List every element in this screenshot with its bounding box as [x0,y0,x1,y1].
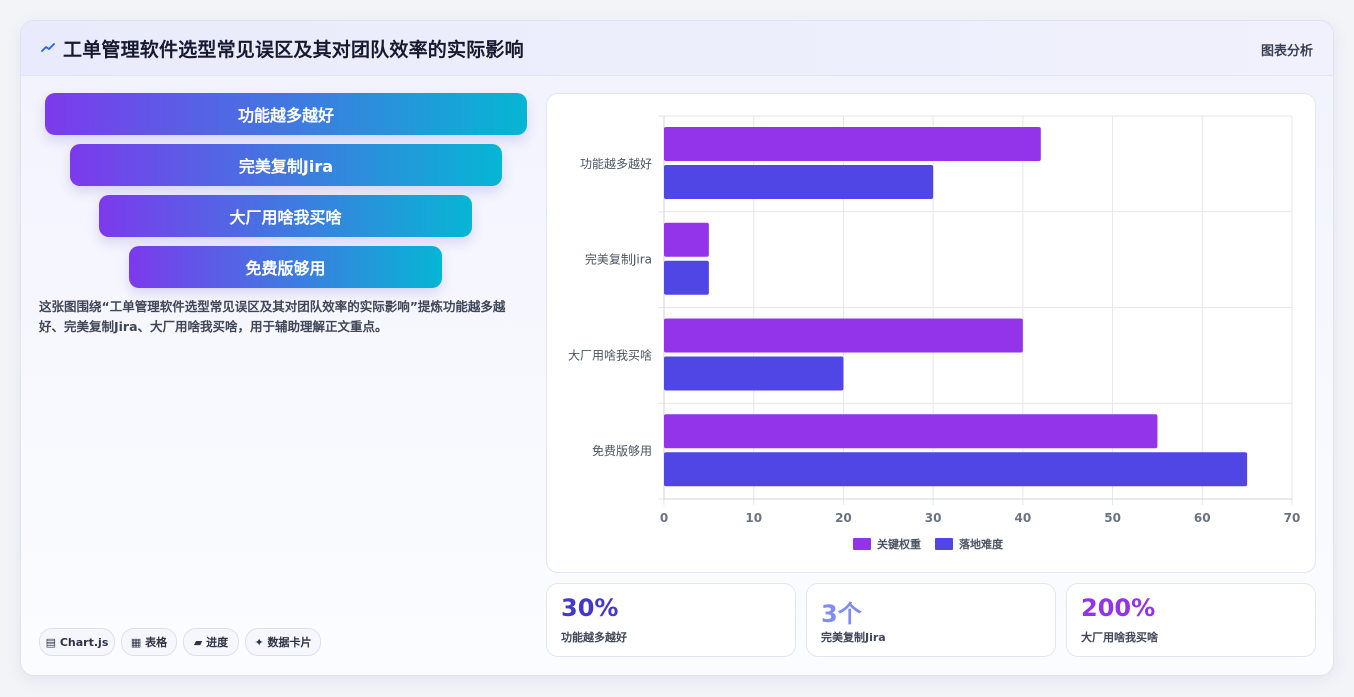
funnel-step: 功能越多越好 [45,93,527,135]
pill-label: 进度 [206,636,229,649]
funnel-step-label: 大厂用啥我买啥 [229,208,342,227]
table-icon: ▦ [130,635,142,649]
x-tick-label: 70 [1284,511,1301,525]
y-tick-label: 免费版够用 [592,443,652,458]
funnel-step: 免费版够用 [129,246,442,288]
bar-chart-panel: 0 10 20 30 40 50 60 70 功能越多越好 完美复制Jira 大厂用啥我买啥免费版够… [546,93,1316,573]
pill-data-card[interactable]: ✦ 数据卡片 [245,628,321,656]
y-tick-label: 完美复制Jira [585,252,652,267]
pill-label: 数据卡片 [267,636,312,649]
x-tick-label: 40 [1015,511,1032,525]
x-tick-label: 0 [660,511,668,525]
bar [664,356,844,391]
stat-label: 功能越多越好 [561,631,627,644]
progress-icon: ▰ [193,635,203,649]
x-tick-label: 10 [745,511,762,525]
pill-progress[interactable]: ▰ 进度 [183,628,239,656]
bar [664,260,709,295]
trend-icon [41,43,55,52]
y-tick-label: 功能越多越好 [580,157,652,171]
pill-label: Chart.js [59,635,109,649]
stat-value: 200% [1081,594,1156,622]
stat-label: 完美复制Jira [821,631,886,644]
stat-card: 30% 功能越多越好 [546,583,796,657]
legend-label: 落地难度 [959,537,1004,551]
funnel-step: 完美复制Jira [70,144,502,186]
x-tick-label: 60 [1194,511,1211,525]
x-tick-label: 20 [835,511,852,525]
bar [664,318,1023,353]
bar-chart-icon: ▤ [45,635,57,649]
stat-value: 30% [561,594,619,622]
stat-card: 3个 完美复制Jira [806,583,1056,657]
page-title: 工单管理软件选型常见误区及其对团队效率的实际影响 [63,39,524,61]
pill-table[interactable]: ▦ 表格 [121,628,177,656]
funnel-step-label: 免费版够用 [245,259,326,278]
funnel-step: 大厂用啥我买啥 [99,195,472,237]
bar-chart: 0 10 20 30 40 50 60 70 功能越多越好完美复制Jira 大厂用啥我买啥免费版够… [568,115,1301,551]
card-header: 工单管理软件选型常见误区及其对团队效率的实际影响 图表分析 [21,21,1333,76]
x-tick-label: 50 [1104,511,1121,525]
bar [664,127,1041,161]
bar [664,165,934,199]
bar [664,452,1248,487]
chart-analysis-tab[interactable]: 图表分析 [1261,40,1313,59]
y-tick-label: 大厂用啥我买啥 [568,347,652,362]
legend-swatch [853,538,871,550]
chart-description: 这张图围绕“工单管理软件选型常见误区及其对团队效率的实际影响”提炼功能越多越好、… [39,299,506,334]
stat-value: 3个 [821,600,862,628]
bar [664,414,1158,449]
funnel-step-label: 功能越多越好 [237,106,334,125]
legend-label: 关键权重 [877,537,921,551]
legend-swatch [935,538,953,550]
bar [664,222,709,257]
pill-label: 表格 [145,636,168,649]
stat-label: 大厂用啥我买啥 [1081,631,1158,644]
sparkle-icon: ✦ [254,635,264,649]
pill-chartjs[interactable]: ▤ Chart.js [39,628,115,656]
funnel-step-label: 完美复制Jira [238,157,334,176]
stat-card: 200% 大厂用啥我买啥 [1066,583,1316,657]
chart-card: 工单管理软件选型常见误区及其对团队效率的实际影响 图表分析 功能越多越好 完美复… [20,20,1334,676]
x-tick-label: 30 [925,511,942,525]
